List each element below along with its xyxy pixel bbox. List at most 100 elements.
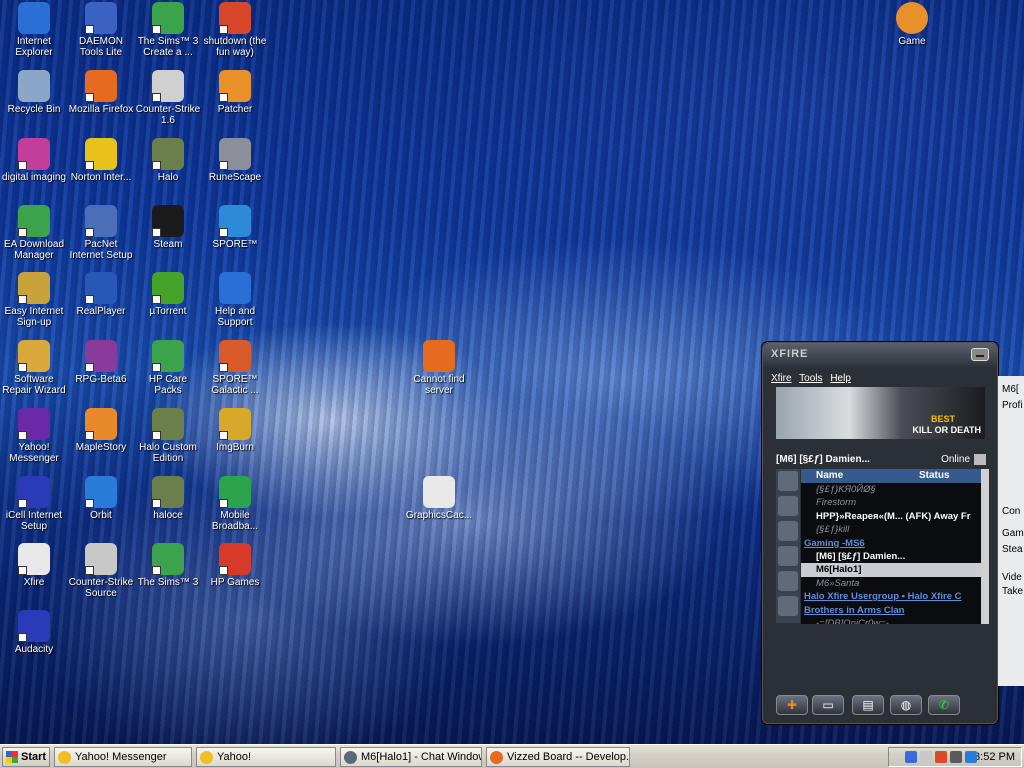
- ea-icon: [18, 205, 50, 237]
- update-icon[interactable]: [965, 751, 977, 763]
- desktop-icon-cs-source[interactable]: Counter-Strike Source: [67, 543, 135, 599]
- desktop-icon-patcher[interactable]: Patcher: [201, 70, 269, 115]
- column-name[interactable]: Name: [816, 469, 843, 483]
- desktop-icon-document[interactable]: GraphicsCac...: [405, 476, 473, 521]
- chat-bubble-icon[interactable]: ▭: [812, 695, 844, 715]
- desktop-icon-haloce[interactable]: haloce: [134, 476, 202, 521]
- desktop-icon-xfire[interactable]: Xfire: [0, 543, 68, 588]
- friend-group-header[interactable]: Halo Xfire Usergroup • Halo Xfire C: [801, 590, 981, 603]
- friends-tab-icon[interactable]: [778, 471, 798, 491]
- chevron-down-icon[interactable]: [974, 454, 986, 465]
- desktop-icon-halo[interactable]: Halo: [134, 138, 202, 183]
- desktop-icon-utorrent[interactable]: µTorrent: [134, 272, 202, 317]
- pacnet-icon: [85, 205, 117, 237]
- sims3-icon: [152, 543, 184, 575]
- desktop-icon-steam[interactable]: Steam: [134, 205, 202, 250]
- start-button[interactable]: Start: [2, 747, 50, 767]
- desktop-icon-label: PacNet Internet Setup: [69, 239, 133, 261]
- xfire-title-bar[interactable]: XFIRE: [763, 343, 997, 367]
- desktop-icon-norton[interactable]: Norton Inter...: [67, 138, 135, 183]
- volume-icon[interactable]: [950, 751, 962, 763]
- add-friend-icon[interactable]: ✚: [776, 695, 808, 715]
- status-select[interactable]: Online: [941, 451, 988, 468]
- chat-peek-text: Con: [1002, 506, 1021, 517]
- folder-tab-icon[interactable]: [778, 546, 798, 566]
- desktop-icon-hp-care-packs[interactable]: HP Care Packs: [134, 340, 202, 396]
- desktop-icon-internet-explorer[interactable]: Internet Explorer: [0, 2, 68, 58]
- firefox-icon: [85, 70, 117, 102]
- desktop-icon-label: SPORE™: [212, 239, 258, 250]
- chat-peek-text: Profi: [1002, 400, 1023, 411]
- network-icon[interactable]: [905, 751, 917, 763]
- taskbar-button[interactable]: Yahoo! Messenger: [54, 747, 192, 767]
- desktop-icon-sims3-create[interactable]: The Sims™ 3 Create a ...: [134, 2, 202, 58]
- desktop-icon-mobile-broadband[interactable]: Mobile Broadba...: [201, 476, 269, 532]
- desktop-icon-realplayer[interactable]: RealPlayer: [67, 272, 135, 317]
- servers-tab-icon[interactable]: [778, 521, 798, 541]
- taskbar-button[interactable]: M6[Halo1] - Chat Window: [340, 747, 482, 767]
- desktop-icon-maplestory[interactable]: MapleStory: [67, 408, 135, 453]
- menu-xfire[interactable]: Xfire: [771, 373, 792, 384]
- desktop-icon-spore-galactic[interactable]: SPORE™ Galactic ...: [201, 340, 269, 396]
- desktop-icon-game[interactable]: Game: [878, 2, 946, 47]
- desktop-icon-label: RuneScape: [208, 172, 262, 183]
- desktop-icon-repair-wizard[interactable]: Software Repair Wizard: [0, 340, 68, 396]
- minimize-button[interactable]: [971, 348, 989, 361]
- desktop-icon-label: Norton Inter...: [70, 172, 132, 183]
- desktop-icon-pacnet[interactable]: PacNet Internet Setup: [67, 205, 135, 261]
- chat-rooms-tab-icon[interactable]: [778, 496, 798, 516]
- desktop-icon-firefox-file[interactable]: Cannot find server: [405, 340, 473, 396]
- desktop-icon-digital-imaging[interactable]: digital imaging: [0, 138, 68, 183]
- desktop-icon-counter-strike[interactable]: Counter-Strike 1.6: [134, 70, 202, 126]
- messenger-icon[interactable]: [935, 751, 947, 763]
- friend-row[interactable]: {§£ƒ}KЯ0ЙØ§: [801, 483, 981, 496]
- friends-scrollbar[interactable]: [981, 469, 989, 624]
- desktop-icon-runescape[interactable]: RuneScape: [201, 138, 269, 183]
- desktop-icon-spore[interactable]: SPORE™: [201, 205, 269, 250]
- friend-row[interactable]: [M6] [§£ƒ] Damien...: [801, 550, 981, 563]
- system-tray: 3:52 PM: [888, 747, 1022, 767]
- friend-row[interactable]: -=[DB]OniCr0w=-: [801, 617, 981, 624]
- xfire-ad-banner[interactable]: BEST KILL OR DEATH: [776, 387, 985, 439]
- desktop-icon-shutdown[interactable]: shutdown (the fun way): [201, 2, 269, 58]
- friend-row[interactable]: Firestorm: [801, 496, 981, 509]
- gamepad-icon[interactable]: ◍: [890, 695, 922, 715]
- taskbar-button[interactable]: Yahoo!: [196, 747, 336, 767]
- taskbar-button[interactable]: Vizzed Board -- Develop...: [486, 747, 630, 767]
- screenshot-tab-icon[interactable]: [778, 571, 798, 591]
- desktop-icon-ea[interactable]: EA Download Manager: [0, 205, 68, 261]
- menu-help[interactable]: Help: [830, 373, 851, 384]
- desktop-icon-firefox[interactable]: Mozilla Firefox: [67, 70, 135, 115]
- desktop-icon-yahoo-messenger[interactable]: Yahoo! Messenger: [0, 408, 68, 464]
- norton-icon: [85, 138, 117, 170]
- chat-window-partial[interactable]: M6[Profi Con Gam Stea Vide Take: [998, 376, 1024, 686]
- desktop-icon-recycle-bin[interactable]: Recycle Bin: [0, 70, 68, 115]
- phone-icon[interactable]: ✆: [928, 695, 960, 715]
- desktop-icon-icell[interactable]: iCell Internet Setup: [0, 476, 68, 532]
- friend-row[interactable]: M6»Santa: [801, 577, 981, 590]
- friend-row[interactable]: M6[Halo1]: [801, 563, 981, 577]
- shield-icon[interactable]: [920, 751, 932, 763]
- friend-row[interactable]: HPP}»Reapeя«(M... (AFK) Away Fr: [801, 510, 981, 523]
- desktop-icon-halo-custom[interactable]: Halo Custom Edition: [134, 408, 202, 464]
- desktop-icon-help-support[interactable]: Help and Support: [201, 272, 269, 328]
- utorrent-icon: [152, 272, 184, 304]
- desktop-icon-easy-internet[interactable]: Easy Internet Sign-up: [0, 272, 68, 328]
- friend-group-header[interactable]: Gaming -MS6: [801, 537, 981, 550]
- profile-card-icon[interactable]: ▤: [852, 695, 884, 715]
- menu-tools[interactable]: Tools: [799, 373, 822, 384]
- desktop-icon-sims3[interactable]: The Sims™ 3: [134, 543, 202, 588]
- desktop-icon-winrar[interactable]: RPG-Beta6: [67, 340, 135, 385]
- desktop-icon-orbit[interactable]: Orbit: [67, 476, 135, 521]
- desktop-icon-imgburn[interactable]: ImgBurn: [201, 408, 269, 453]
- clock[interactable]: 3:52 PM: [974, 748, 1015, 766]
- desktop-icon-daemon-tools[interactable]: DAEMON Tools Lite: [67, 2, 135, 58]
- friend-group-header[interactable]: Brothers in Arms Clan: [801, 604, 981, 617]
- halo-icon: [152, 138, 184, 170]
- friend-row[interactable]: {§£ƒ}kill: [801, 523, 981, 536]
- column-status[interactable]: Status: [919, 469, 950, 483]
- desktop-icon-hp-games[interactable]: HP Games: [201, 543, 269, 588]
- desktop-icon-audacity[interactable]: Audacity: [0, 610, 68, 655]
- video-tab-icon[interactable]: [778, 596, 798, 616]
- xfire-window[interactable]: XFIRE Xfire Tools Help BEST KILL OR DEAT…: [762, 342, 998, 724]
